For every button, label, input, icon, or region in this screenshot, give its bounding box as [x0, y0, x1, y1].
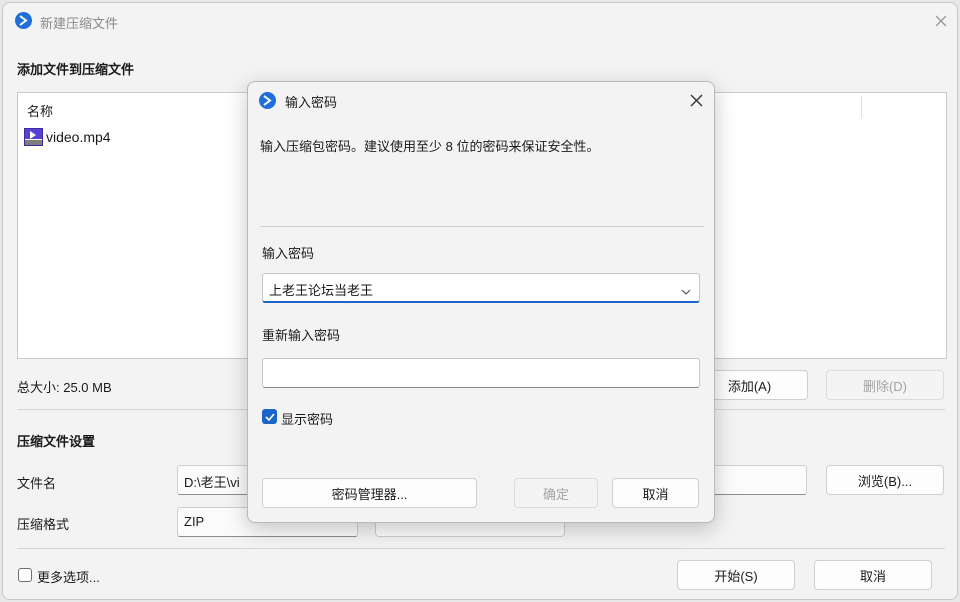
divider	[260, 226, 704, 227]
file-name: video.mp4	[46, 129, 111, 145]
video-file-icon	[24, 128, 43, 146]
password-manager-button[interactable]: 密码管理器...	[262, 478, 477, 508]
reenter-password-input[interactable]	[262, 358, 700, 388]
chevron-down-icon[interactable]	[681, 283, 691, 298]
format-label: 压缩格式	[17, 517, 70, 532]
password-combobox[interactable]: 上老王论坛当老王	[262, 273, 700, 303]
close-icon[interactable]	[930, 10, 952, 32]
column-header-name[interactable]: 名称	[27, 101, 53, 120]
column-divider[interactable]	[861, 96, 862, 118]
cancel-button[interactable]: 取消	[814, 560, 932, 590]
divider	[17, 548, 945, 549]
show-password-label[interactable]: 显示密码	[281, 409, 333, 428]
add-files-heading: 添加文件到压缩文件	[17, 62, 135, 77]
checkmark-icon	[264, 412, 275, 421]
app-logo-icon	[15, 12, 32, 29]
more-options-label[interactable]: 更多选项...	[37, 567, 100, 586]
more-options-checkbox[interactable]	[18, 568, 32, 582]
total-size-label: 总大小: 25.0 MB	[17, 380, 112, 395]
close-icon[interactable]	[685, 89, 707, 111]
window-title: 新建压缩文件	[40, 16, 119, 31]
title-bar: 新建压缩文件	[3, 3, 957, 39]
dialog-title: 输入密码	[285, 95, 338, 110]
reenter-password-label: 重新输入密码	[262, 328, 341, 343]
password-value: 上老王论坛当老王	[269, 283, 374, 298]
dialog-description: 输入压缩包密码。建议使用至少 8 位的密码来保证安全性。	[260, 139, 600, 154]
delete-button[interactable]: 删除(D)	[826, 370, 944, 400]
app-logo-icon	[259, 92, 276, 109]
list-item[interactable]: video.mp4	[24, 127, 111, 147]
browse-button[interactable]: 浏览(B)...	[826, 465, 944, 495]
show-password-checkbox[interactable]	[262, 409, 277, 424]
start-button[interactable]: 开始(S)	[677, 560, 795, 590]
dialog-cancel-button[interactable]: 取消	[612, 478, 699, 508]
password-dialog: 输入密码 输入压缩包密码。建议使用至少 8 位的密码来保证安全性。 输入密码 上…	[247, 81, 715, 523]
archive-settings-heading: 压缩文件设置	[17, 434, 96, 449]
ok-button[interactable]: 确定	[514, 478, 598, 508]
filename-label: 文件名	[17, 476, 57, 491]
password-label: 输入密码	[262, 246, 315, 261]
